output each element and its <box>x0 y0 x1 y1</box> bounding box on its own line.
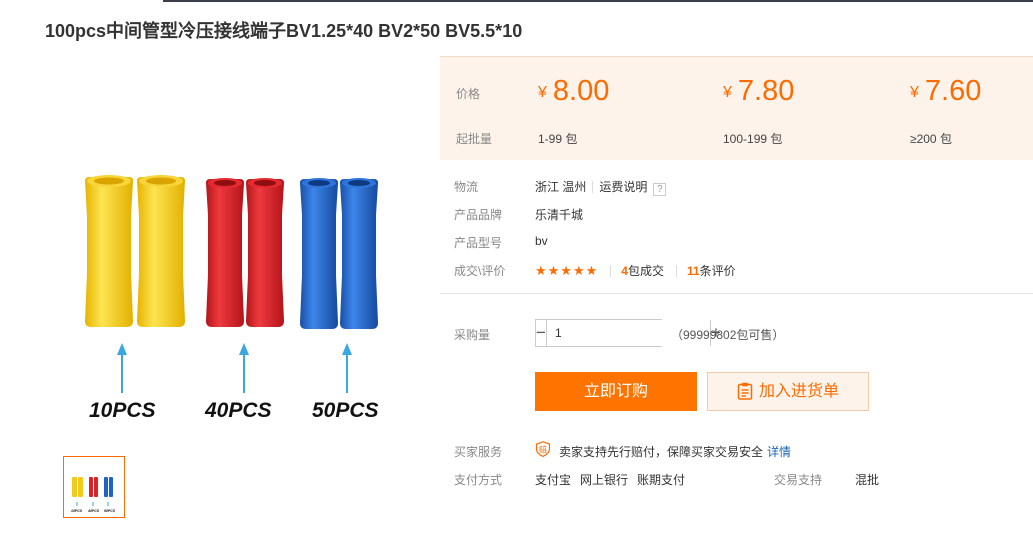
pointer-arrows <box>117 343 352 393</box>
payment-methods: 支付宝 网上银行 账期支付 <box>535 471 694 488</box>
trade-support-label: 交易支持 <box>774 473 823 487</box>
separator <box>610 265 612 277</box>
label-50pcs: 50PCS <box>312 399 379 422</box>
trade-support-value: 混批 <box>855 473 880 487</box>
brand-value: 乐清千城 <box>535 208 584 222</box>
section-divider <box>440 293 1033 294</box>
add-to-cart-label: 加入进货单 <box>758 383 839 400</box>
deals-count: 4 <box>621 264 628 278</box>
price-label: 价格 <box>456 87 481 101</box>
buy-now-button[interactable]: 立即订购 <box>535 372 697 411</box>
thumb-label-10pcs: 10PCS <box>71 509 83 513</box>
model-value: bv <box>535 234 548 248</box>
separator <box>592 181 594 193</box>
thumb-label-50pcs: 50PCS <box>104 509 116 513</box>
payment-method-online-bank: 网上银行 <box>580 473 629 487</box>
quantity-stepper: − + <box>535 319 721 347</box>
add-to-cart-button[interactable]: 加入进货单 <box>707 372 869 411</box>
tier-price: 8.00 <box>552 75 610 107</box>
currency-symbol: ¥ <box>910 84 919 101</box>
stock-available: （99999802包可售） <box>671 328 785 342</box>
thumb-label-40pcs: 40PCS <box>87 509 100 513</box>
logistics-label: 物流 <box>454 180 479 194</box>
clipboard-list-icon <box>737 377 753 414</box>
help-icon[interactable]: ? <box>653 183 667 196</box>
reviews-count: 11 <box>686 264 700 278</box>
min-batch-label: 起批量 <box>456 132 493 146</box>
badge-glyph: 赔 <box>539 444 547 454</box>
tier-range: ≥200 包 <box>910 132 952 146</box>
decrease-quantity-button[interactable]: − <box>536 320 547 346</box>
payment-label: 支付方式 <box>454 473 503 487</box>
price-box: 价格 起批量 ¥8.00 1-99 包 ¥7.80 100-199 包 ¥7.6… <box>440 56 1033 160</box>
red-connectors <box>206 178 284 327</box>
tier-range: 100-199 包 <box>723 132 783 146</box>
tier-price: 7.80 <box>737 75 795 107</box>
thumbnail-illustration: 10PCS 40PCS 50PCS <box>71 477 116 513</box>
deals-link[interactable]: 4包成交 <box>621 264 664 278</box>
top-border <box>163 0 1033 2</box>
currency-symbol: ¥ <box>723 84 732 101</box>
buyer-service-label: 买家服务 <box>454 445 503 459</box>
reviews-suffix: 条评价 <box>699 264 736 278</box>
brand-label: 产品品牌 <box>454 208 503 222</box>
separator <box>675 265 677 277</box>
reviews-link[interactable]: 11条评价 <box>687 264 736 278</box>
main-product-image[interactable]: 10PCS 40PCS 50PCS <box>45 55 415 440</box>
connector-illustration: 10PCS 40PCS 50PCS <box>85 175 379 422</box>
model-label: 产品型号 <box>454 236 503 250</box>
ship-from-location: 浙江 温州 <box>535 180 587 194</box>
label-10pcs: 10PCS <box>89 399 156 422</box>
service-description: 卖家支持先行赔付，保障买家交易安全 <box>559 445 764 459</box>
yellow-connectors <box>85 175 185 327</box>
compensation-shield-icon: 赔 <box>535 441 551 458</box>
deals-suffix: 包成交 <box>627 264 664 278</box>
shipping-info-link[interactable]: 运费说明 <box>599 180 647 194</box>
payment-method-credit-term: 账期支付 <box>637 473 686 487</box>
thumbnail-image[interactable]: 10PCS 40PCS 50PCS <box>63 456 125 518</box>
rating-stars: ★★★★★ <box>535 263 599 278</box>
payment-method-alipay: 支付宝 <box>535 473 572 487</box>
buyer-service-text: 卖家支持先行赔付，保障买家交易安全 详情 <box>559 443 791 460</box>
product-title: 100pcs中间管型冷压接线端子BV1.25*40 BV2*50 BV5.5*1… <box>45 21 523 41</box>
blue-connectors <box>300 178 378 329</box>
currency-symbol: ¥ <box>538 84 547 101</box>
label-40pcs: 40PCS <box>204 399 272 422</box>
service-detail-link[interactable]: 详情 <box>767 445 791 459</box>
tier-price: 7.60 <box>924 75 982 107</box>
deals-reviews-label: 成交\评价 <box>454 264 506 278</box>
quantity-label: 采购量 <box>454 328 491 342</box>
tier-range: 1-99 包 <box>538 132 578 146</box>
